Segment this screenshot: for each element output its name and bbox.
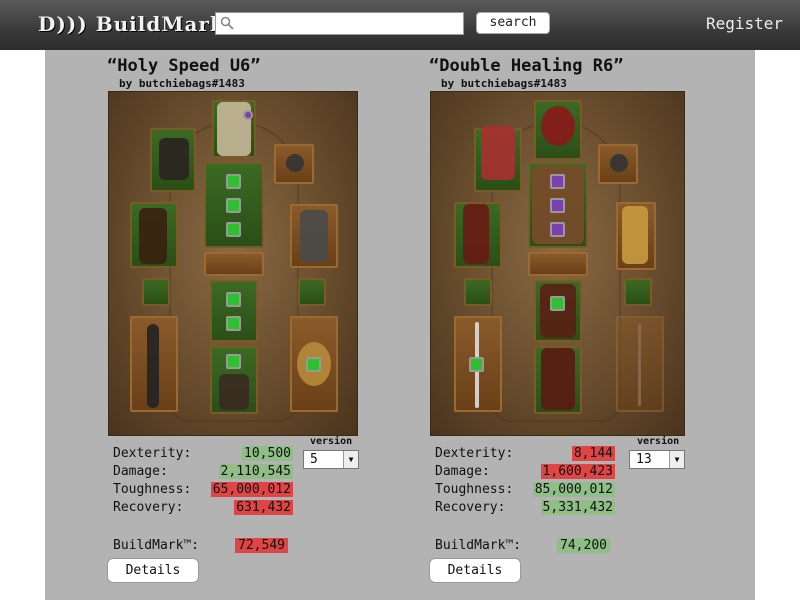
search-input[interactable] [215,12,464,35]
legs-socket [550,296,565,311]
off-hand-socket [306,357,321,372]
stat-label: Recovery: [113,500,184,515]
shoulders-item [159,138,189,180]
stat-label: Recovery: [435,500,506,515]
stat-value: 2,110,545 [218,464,293,479]
legs-item [540,284,576,338]
helm-item [541,106,575,146]
build-author[interactable]: by butchiebags#1483 [441,77,567,90]
buildmark-label: BuildMark™: [435,538,522,553]
legs-slot[interactable] [210,280,258,342]
gloves-item [463,204,489,264]
stat-value: 8,144 [571,446,615,461]
amulet-item [286,154,304,172]
legs-socket-2 [226,316,241,331]
legs-socket-1 [226,292,241,307]
stat-label: Toughness: [435,482,514,497]
feet-socket [226,354,241,369]
stat-label: Dexterity: [435,446,514,461]
build-title[interactable]: “Holy Speed U6” [107,56,261,76]
chest-socket-2 [550,198,565,213]
belt-slot[interactable] [204,252,264,276]
gear-paperdoll [430,91,685,436]
register-link[interactable]: Register [706,14,783,33]
chest-socket-1 [226,174,241,189]
search-icon [220,16,234,30]
build-title[interactable]: “Double Healing R6” [429,56,623,76]
stat-damage: Damage: 1,600,423 [435,464,615,481]
stat-damage: Damage: 2,110,545 [113,464,293,481]
build-card: “Double Healing R6” by butchiebags#1483 [427,50,727,600]
build-card: “Holy Speed U6” by butchiebags#1483 Dext… [105,50,405,600]
stat-value: 5,331,432 [540,500,615,515]
chevron-down-icon[interactable]: ▼ [343,451,358,468]
amulet-item [610,154,628,172]
stat-dexterity: Dexterity: 10,500 [113,446,293,463]
version-label: version [310,436,353,447]
boots-item [219,374,249,410]
buildmark-value: 72,549 [235,538,288,553]
stat-label: Damage: [113,464,168,479]
stat-dexterity: Dexterity: 8,144 [435,446,615,463]
chevron-down-icon[interactable]: ▼ [669,451,684,468]
search-button[interactable]: search [476,12,550,34]
gloves-item [139,208,167,264]
bracers-item [300,210,328,262]
stat-label: Dexterity: [113,446,192,461]
belt-slot[interactable] [528,252,588,276]
stat-value: 85,000,012 [532,482,615,497]
stat-toughness: Toughness: 85,000,012 [435,482,615,499]
version-select[interactable]: 5 ▼ [303,450,359,469]
stat-recovery: Recovery: 5,331,432 [435,500,615,517]
boots-item [541,348,575,410]
buildmark-score: BuildMark™: 72,549 [113,538,288,556]
details-button[interactable]: Details [429,558,521,583]
ring-right-slot[interactable] [298,278,326,306]
helm-socket [243,110,253,120]
stat-value: 65,000,012 [210,482,293,497]
version-select[interactable]: 13 ▼ [629,450,685,469]
staff-item [147,324,159,408]
chest-socket-3 [550,222,565,237]
details-button[interactable]: Details [107,558,199,583]
version-value: 5 [310,452,318,467]
version-value: 13 [636,452,652,467]
gear-paperdoll [108,91,358,436]
shoulders-item [481,126,515,180]
off-hand-item [638,324,641,406]
builds-panel: “Holy Speed U6” by butchiebags#1483 Dext… [45,50,755,600]
buildmark-label: BuildMark™: [113,538,200,553]
buildmark-score: BuildMark™: 74,200 [435,538,610,556]
ring-right-slot[interactable] [624,278,652,306]
main-hand-socket [469,357,484,372]
stat-recovery: Recovery: 631,432 [113,500,293,517]
top-bar: D))) BuildMark search Register [0,0,800,50]
bracers-item [622,206,648,264]
stat-value: 10,500 [242,446,293,461]
chest-socket-1 [550,174,565,189]
ring-left-slot[interactable] [142,278,170,306]
version-label: version [637,436,680,447]
stat-label: Toughness: [113,482,192,497]
chest-socket-2 [226,198,241,213]
stat-value: 631,432 [234,500,293,515]
ring-left-slot[interactable] [464,278,492,306]
stat-toughness: Toughness: 65,000,012 [113,482,293,499]
chest-socket-3 [226,222,241,237]
buildmark-value: 74,200 [557,538,610,553]
build-author[interactable]: by butchiebags#1483 [119,77,245,90]
stat-label: Damage: [435,464,490,479]
stat-value: 1,600,423 [540,464,615,479]
buildmark-logo[interactable]: D))) BuildMark [38,12,225,36]
